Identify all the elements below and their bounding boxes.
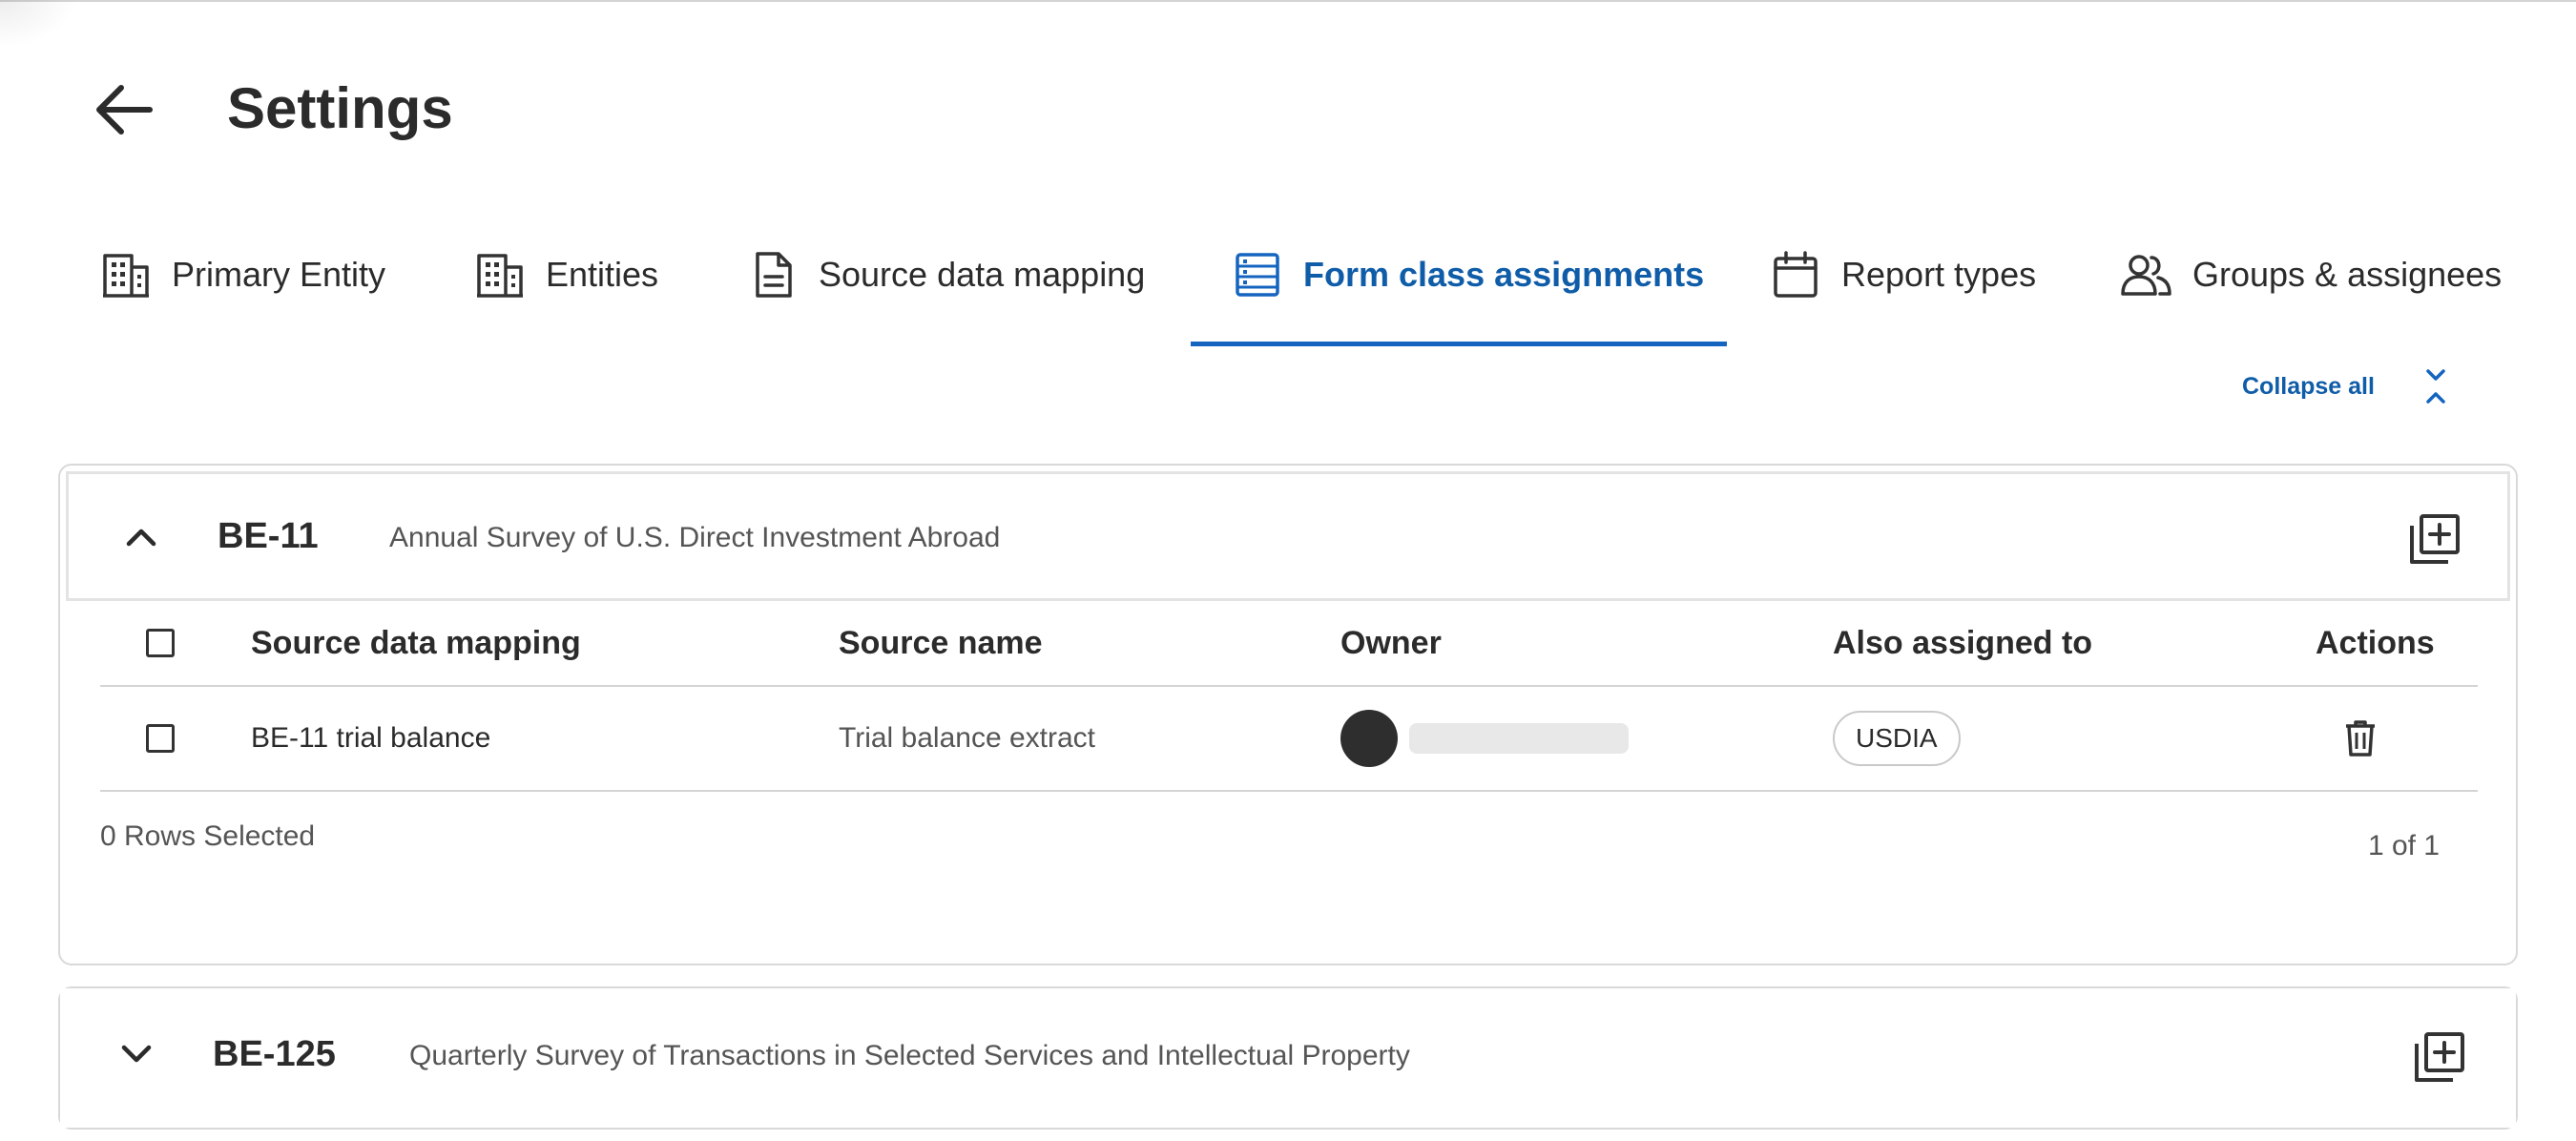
collapse-all-label: Collapse all — [2242, 372, 2375, 400]
list-table-icon — [1231, 248, 1284, 301]
assignments-table: Source data mapping Source name Owner Al… — [100, 601, 2478, 878]
tab-report-types[interactable]: Report types — [1769, 200, 2036, 348]
tab-groups-assignees[interactable]: Groups & assignees — [2120, 200, 2502, 348]
tab-form-class-assignments[interactable]: Form class assignments — [1231, 200, 1704, 348]
tab-label: Source data mapping — [819, 254, 1146, 294]
top-divider — [0, 0, 2576, 2]
chevron-down-icon[interactable] — [108, 1030, 165, 1078]
source-data-mapping-cell: BE-11 trial balance — [251, 722, 491, 754]
column-header[interactable]: Source data mapping — [251, 601, 581, 685]
rows-selected-count: 0 Rows Selected — [100, 820, 316, 852]
add-box-icon — [2415, 1032, 2464, 1082]
trash-icon — [2346, 720, 2375, 757]
column-header[interactable]: Also assigned to — [1833, 601, 2092, 685]
back-button[interactable] — [86, 67, 162, 153]
tab-primary-entity[interactable]: Primary Entity — [99, 200, 385, 348]
tab-label: Entities — [546, 254, 659, 294]
column-header[interactable]: Owner — [1340, 601, 1442, 685]
tab-entities[interactable]: Entities — [473, 200, 658, 348]
form-class-code: BE-125 — [213, 1034, 336, 1074]
form-class-description: Quarterly Survey of Transactions in Sele… — [409, 1040, 1410, 1071]
settings-page: Settings Primary Entity Entities Source … — [0, 0, 2576, 1141]
table-header-row: Source data mapping Source name Owner Al… — [100, 601, 2478, 687]
form-class-header[interactable]: BE-125 Quarterly Survey of Transactions … — [60, 988, 2516, 1128]
document-icon — [746, 248, 800, 301]
collapse-chevrons-icon — [2420, 365, 2451, 407]
assignee-chip[interactable]: USDIA — [1833, 711, 1961, 766]
pagination-text: 1 of 1 — [2367, 830, 2440, 861]
owner-name-redacted — [1409, 723, 1629, 754]
users-icon — [2120, 248, 2173, 301]
tab-label: Primary Entity — [172, 254, 386, 294]
form-class-card: BE-11 Annual Survey of U.S. Direct Inves… — [58, 464, 2518, 965]
select-all-checkbox[interactable] — [146, 629, 175, 657]
building-icon — [473, 248, 527, 301]
settings-tabs: Primary Entity Entities Source data mapp… — [0, 200, 2576, 348]
row-checkbox[interactable] — [146, 724, 175, 753]
add-library-button[interactable] — [2411, 1028, 2468, 1086]
column-header[interactable]: Source name — [839, 601, 1043, 685]
avatar — [1340, 710, 1398, 767]
calendar-icon — [1769, 248, 1822, 301]
building-icon — [99, 248, 153, 301]
owner-cell — [1340, 687, 1629, 790]
arrow-left-icon — [96, 85, 153, 135]
active-tab-indicator — [1191, 342, 1727, 346]
column-header: Actions — [2316, 624, 2435, 661]
form-class-code: BE-11 — [218, 516, 319, 556]
tab-label: Report types — [1841, 254, 2037, 294]
actions-cell — [2337, 687, 2384, 790]
chevron-up-icon[interactable] — [113, 512, 170, 560]
also-assigned-cell: USDIA — [1833, 687, 1961, 790]
tab-label: Groups & assignees — [2192, 254, 2503, 294]
tab-label: Form class assignments — [1303, 254, 1705, 294]
add-box-icon — [2410, 514, 2460, 564]
add-library-button[interactable] — [2406, 510, 2463, 568]
table-row: BE-11 trial balance Trial balance extrac… — [100, 687, 2478, 792]
table-footer: 0 Rows Selected 1 of 1 — [100, 792, 2478, 878]
corner-shadow — [0, 0, 76, 48]
tab-source-data-mapping[interactable]: Source data mapping — [746, 200, 1145, 348]
form-class-card: BE-125 Quarterly Survey of Transactions … — [58, 986, 2518, 1130]
page-title: Settings — [227, 76, 453, 140]
source-name-cell: Trial balance extract — [839, 722, 1096, 754]
form-class-description: Annual Survey of U.S. Direct Investment … — [389, 522, 1001, 553]
delete-button[interactable] — [2337, 715, 2384, 762]
collapse-all-button[interactable]: Collapse all — [2242, 363, 2451, 410]
form-class-header[interactable]: BE-11 Annual Survey of U.S. Direct Inves… — [66, 471, 2510, 601]
